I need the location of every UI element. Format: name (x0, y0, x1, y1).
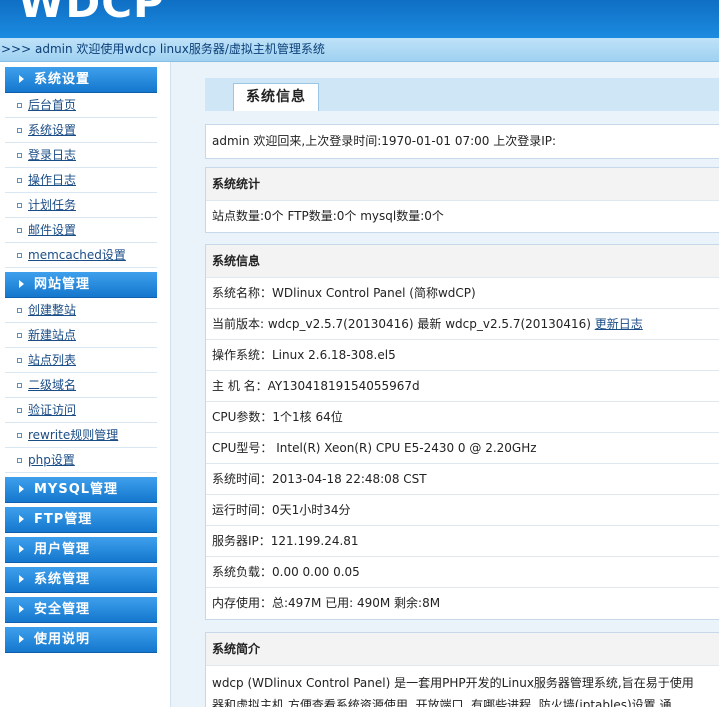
info-cpu-params: CPU参数：1个1核 64位 (206, 402, 719, 433)
square-bullet-icon (17, 333, 22, 338)
sidebar-section-title: 网站管理 (34, 277, 91, 292)
tab-bar: 系统信息 (205, 78, 719, 111)
main-panel: 系统信息 admin 欢迎回来,上次登录时间:1970-01-01 07:00 … (170, 62, 719, 707)
sidebar-item: 验证访问 (5, 398, 157, 423)
sidebar-item-link[interactable]: 创建整站 (28, 303, 76, 317)
sidebar-item-link[interactable]: rewrite规则管理 (28, 428, 118, 442)
info-cpu-model: CPU型号： Intel(R) Xeon(R) CPU E5-2430 0 @ … (206, 433, 719, 464)
sidebar-section-title: 用户管理 (34, 542, 91, 557)
stats-line: 站点数量:0个 FTP数量:0个 mysql数量:0个 (212, 209, 444, 223)
sidebar-section-title: 系统设置 (34, 72, 91, 87)
stats-box: 系统统计 站点数量:0个 FTP数量:0个 mysql数量:0个 (205, 167, 719, 233)
sidebar-item: php设置 (5, 448, 157, 473)
sidebar-section-title: 使用说明 (34, 632, 91, 647)
info-version-text: 当前版本: wdcp_v2.5.7(20130416) 最新 wdcp_v2.5… (212, 317, 591, 331)
sidebar-item-link[interactable]: 邮件设置 (28, 223, 76, 237)
sidebar: 系统设置 后台首页 系统设置 登录日志 操作日志 计划任务 邮件设置 memcached设置网… (5, 67, 157, 653)
square-bullet-icon (17, 203, 22, 208)
sidebar-item: 新建站点 (5, 323, 157, 348)
sidebar-section-6[interactable]: 系统管理 (5, 567, 157, 593)
square-bullet-icon (17, 228, 22, 233)
sidebar-section-title: MYSQL管理 (34, 482, 119, 497)
sidebar-item-link[interactable]: 新建站点 (28, 328, 76, 342)
triangle-right-icon (19, 635, 24, 643)
triangle-right-icon (19, 605, 24, 613)
header-bar: WDCP (0, 0, 719, 38)
stats-title: 系统统计 (206, 168, 719, 201)
sidebar-item-link[interactable]: 操作日志 (28, 173, 76, 187)
welcome-text: admin 欢迎回来,上次登录时间:1970-01-01 07:00 上次登录I… (212, 134, 557, 148)
sidebar-item: rewrite规则管理 (5, 423, 157, 448)
sidebar-item-link[interactable]: 后台首页 (28, 98, 76, 112)
square-bullet-icon (17, 128, 22, 133)
triangle-right-icon (19, 485, 24, 493)
info-version: 当前版本: wdcp_v2.5.7(20130416) 最新 wdcp_v2.5… (206, 309, 719, 340)
sidebar-section-3[interactable]: MYSQL管理 (5, 477, 157, 503)
sidebar-section-title: 系统管理 (34, 572, 91, 587)
sidebar-item: 二级域名 (5, 373, 157, 398)
sidebar-section-1[interactable]: 系统设置 (5, 67, 157, 93)
sidebar-item: memcached设置 (5, 243, 157, 268)
sidebar-item-link[interactable]: 验证访问 (28, 403, 76, 417)
intro-line-2: 器和虚拟主机,方便查看系统资源使用, 开放端口, 有哪些进程, 防火墙(ipta… (212, 698, 672, 707)
sidebar-item: 站点列表 (5, 348, 157, 373)
sidebar-item: 操作日志 (5, 168, 157, 193)
triangle-right-icon (19, 515, 24, 523)
sidebar-section-8[interactable]: 使用说明 (5, 627, 157, 653)
info-hostname: 主 机 名：AY13041819154055967d (206, 371, 719, 402)
sidebar-section-4[interactable]: FTP管理 (5, 507, 157, 533)
info-memory: 内存使用：总:497M 已用: 490M 剩余:8M (212, 596, 441, 610)
sidebar-section-title: 安全管理 (34, 602, 91, 617)
tab-system-info[interactable]: 系统信息 (233, 83, 319, 111)
intro-line-1: wdcp (WDlinux Control Panel) 是一套用PHP开发的L… (212, 676, 694, 690)
sidebar-item-link[interactable]: php设置 (28, 453, 75, 467)
square-bullet-icon (17, 308, 22, 313)
info-server-ip: 服务器IP：121.199.24.81 (206, 526, 719, 557)
breadcrumb: >>> admin 欢迎使用wdcp linux服务器/虚拟主机管理系统 (0, 38, 719, 62)
welcome-box: admin 欢迎回来,上次登录时间:1970-01-01 07:00 上次登录I… (205, 124, 719, 159)
sidebar-item: 计划任务 (5, 193, 157, 218)
square-bullet-icon (17, 153, 22, 158)
sidebar-item: 邮件设置 (5, 218, 157, 243)
intro-text: wdcp (WDlinux Control Panel) 是一套用PHP开发的L… (206, 666, 719, 707)
square-bullet-icon (17, 358, 22, 363)
sidebar-item: 系统设置 (5, 118, 157, 143)
system-info-box: 系统信息 系统名称：WDlinux Control Panel (简称wdCP)… (205, 244, 719, 620)
sidebar-item: 后台首页 (5, 93, 157, 118)
sidebar-item-link[interactable]: 站点列表 (28, 353, 76, 367)
sidebar-section-7[interactable]: 安全管理 (5, 597, 157, 623)
square-bullet-icon (17, 383, 22, 388)
wdcp-logo: WDCP (18, 0, 165, 27)
square-bullet-icon (17, 433, 22, 438)
sidebar-section-2[interactable]: 网站管理 (5, 272, 157, 298)
changelog-link[interactable]: 更新日志 (595, 317, 643, 331)
sidebar-section-title: FTP管理 (34, 512, 93, 527)
square-bullet-icon (17, 458, 22, 463)
sidebar-section-5[interactable]: 用户管理 (5, 537, 157, 563)
intro-title: 系统简介 (206, 633, 719, 666)
info-title: 系统信息 (206, 245, 719, 278)
sidebar-item: 登录日志 (5, 143, 157, 168)
sidebar-item-link[interactable]: 系统设置 (28, 123, 76, 137)
square-bullet-icon (17, 103, 22, 108)
square-bullet-icon (17, 408, 22, 413)
triangle-right-icon (19, 75, 24, 83)
intro-box: 系统简介 wdcp (WDlinux Control Panel) 是一套用PH… (205, 632, 719, 707)
sidebar-item: 创建整站 (5, 298, 157, 323)
info-uptime: 运行时间：0天1小时34分 (206, 495, 719, 526)
square-bullet-icon (17, 253, 22, 258)
sidebar-item-link[interactable]: 计划任务 (28, 198, 76, 212)
sidebar-item-link[interactable]: 登录日志 (28, 148, 76, 162)
sidebar-item-link[interactable]: memcached设置 (28, 248, 126, 262)
triangle-right-icon (19, 545, 24, 553)
info-system-load: 系统负载：0.00 0.00 0.05 (206, 557, 719, 588)
info-os: 操作系统：Linux 2.6.18-308.el5 (206, 340, 719, 371)
sidebar-item-link[interactable]: 二级域名 (28, 378, 76, 392)
square-bullet-icon (17, 178, 22, 183)
info-system-time: 系统时间：2013-04-18 22:48:08 CST (206, 464, 719, 495)
triangle-right-icon (19, 575, 24, 583)
info-system-name: 系统名称：WDlinux Control Panel (简称wdCP) (206, 278, 719, 309)
triangle-right-icon (19, 280, 24, 288)
